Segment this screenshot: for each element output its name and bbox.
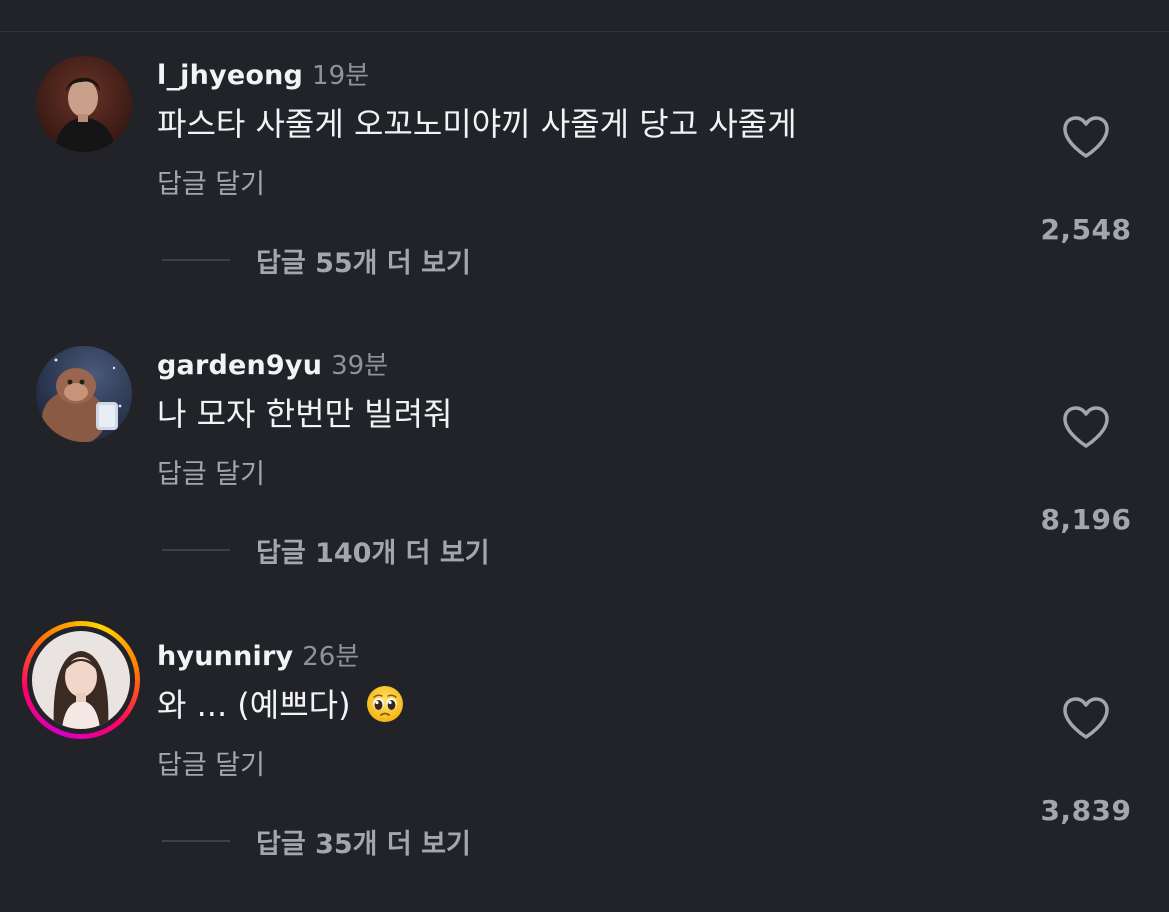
comment-item: hyunniry 26분 와 ... (예쁘다) 답글 달기 답글 35개 더 … — [0, 613, 1169, 893]
comment-text: 나 모자 한번만 빌려줘 — [157, 395, 453, 433]
heart-outline-icon[interactable] — [1061, 114, 1111, 160]
avatar — [32, 631, 130, 729]
like-count: 3,839 — [1040, 794, 1132, 827]
comment-text: 와 ... (예쁘다) — [157, 685, 405, 727]
comment-item: l_jhyeong 19분 파스타 사줄게 오꼬노미야끼 사줄게 당고 사줄게 답… — [0, 32, 1169, 312]
view-replies-button[interactable]: 답글 35개 더 보기 — [162, 824, 471, 860]
replies-divider-line — [162, 259, 230, 261]
username[interactable]: hyunniry — [157, 641, 293, 672]
comment-meta: hyunniry 26분 — [157, 639, 359, 675]
comment-item: garden9yu 39분 나 모자 한번만 빌려줘 답글 달기 답글 140개 … — [0, 322, 1169, 602]
view-replies-button[interactable]: 답글 140개 더 보기 — [162, 533, 490, 569]
comment-text: 파스타 사줄게 오꼬노미야끼 사줄게 당고 사줄게 — [157, 105, 797, 143]
like-count: 8,196 — [1040, 503, 1132, 536]
reply-button[interactable]: 답글 달기 — [157, 458, 265, 492]
like-count: 2,548 — [1040, 213, 1132, 246]
timestamp: 19분 — [312, 61, 370, 91]
view-replies-label: 답글 35개 더 보기 — [256, 828, 471, 860]
avatar[interactable] — [36, 346, 132, 442]
pleading-face-emoji-icon — [365, 684, 405, 724]
comment-text-body: 와 ... (예쁘다) — [157, 686, 351, 724]
username[interactable]: l_jhyeong — [157, 60, 303, 91]
timestamp: 39분 — [331, 351, 389, 381]
heart-outline-icon[interactable] — [1061, 404, 1111, 450]
view-replies-button[interactable]: 답글 55개 더 보기 — [162, 243, 471, 279]
view-replies-label: 답글 55개 더 보기 — [256, 247, 471, 279]
comment-meta: l_jhyeong 19분 — [157, 58, 369, 94]
replies-divider-line — [162, 840, 230, 842]
avatar[interactable] — [36, 56, 132, 152]
like-area: 8,196 — [1030, 402, 1142, 536]
like-area: 2,548 — [1030, 112, 1142, 246]
replies-divider-line — [162, 549, 230, 551]
username[interactable]: garden9yu — [157, 350, 322, 381]
view-replies-label: 답글 140개 더 보기 — [256, 537, 490, 569]
heart-outline-icon[interactable] — [1061, 695, 1111, 741]
comment-meta: garden9yu 39분 — [157, 348, 388, 384]
reply-button[interactable]: 답글 달기 — [157, 749, 265, 783]
timestamp: 26분 — [302, 642, 360, 672]
like-area: 3,839 — [1030, 693, 1142, 827]
story-ring[interactable] — [22, 621, 140, 739]
reply-button[interactable]: 답글 달기 — [157, 168, 265, 202]
